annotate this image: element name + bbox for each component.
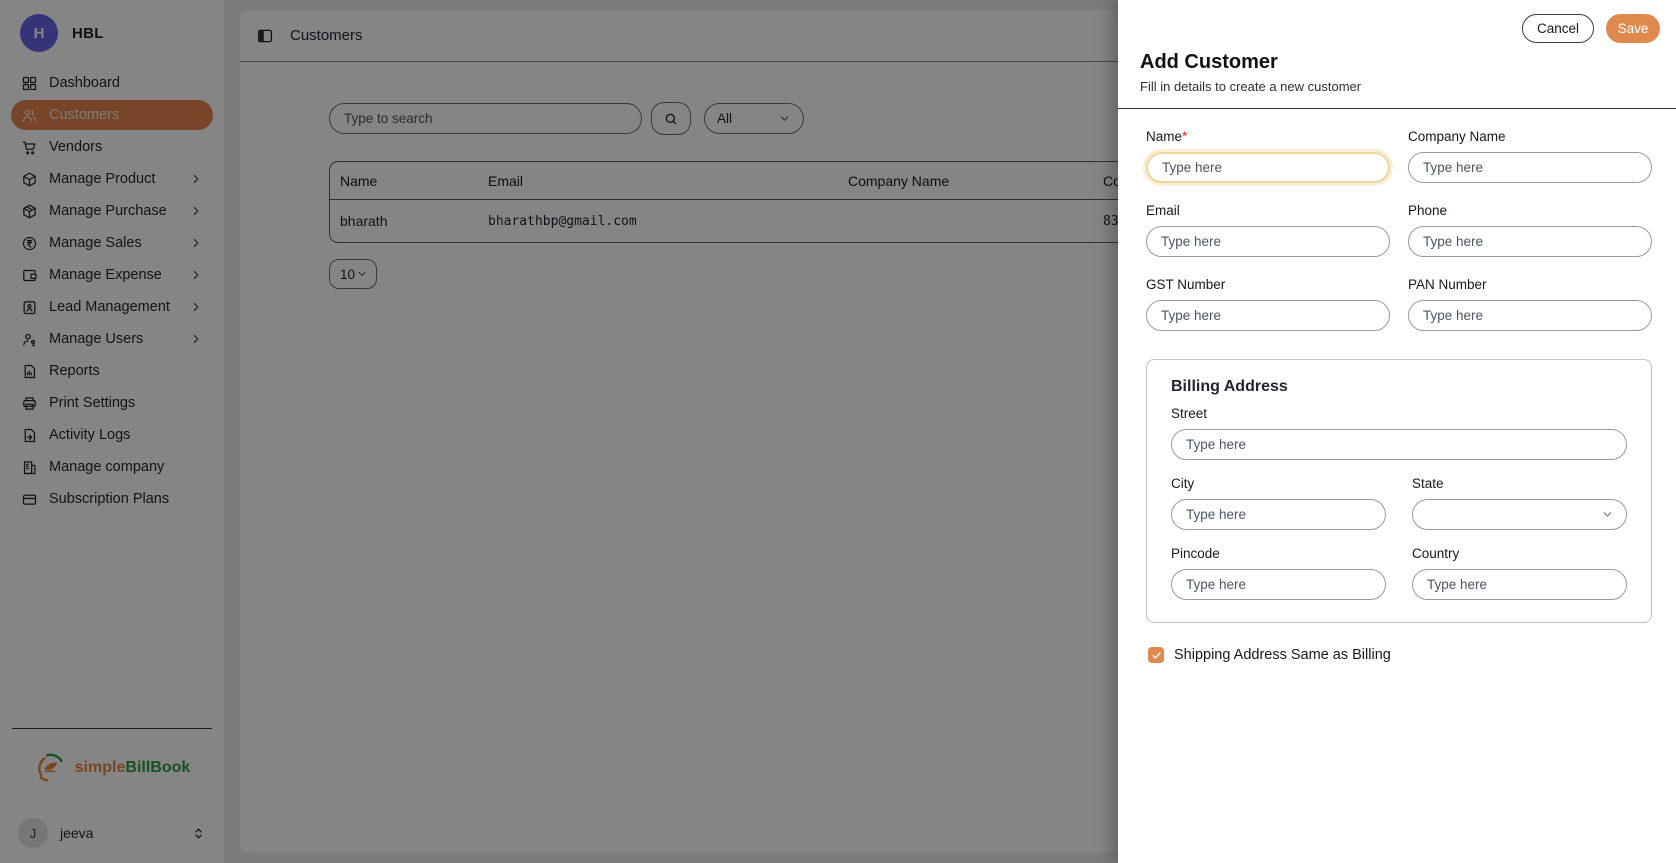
pan-number-field[interactable]	[1408, 300, 1652, 331]
email-field[interactable]	[1146, 226, 1390, 257]
field-pan-number: PAN Number	[1408, 277, 1652, 331]
drawer-body: Name* Company Name Email Phone GST Numbe…	[1118, 109, 1676, 663]
shipping-same-checkbox[interactable]	[1148, 647, 1164, 663]
city-field[interactable]	[1171, 499, 1386, 530]
shipping-same-row: Shipping Address Same as Billing	[1146, 647, 1652, 663]
field-state: State	[1412, 476, 1627, 530]
shipping-same-label: Shipping Address Same as Billing	[1174, 647, 1391, 663]
drawer-title: Add Customer	[1140, 51, 1654, 74]
customer-fields: Name* Company Name Email Phone GST Numbe…	[1146, 129, 1652, 331]
field-country: Country	[1412, 546, 1627, 600]
app-root: H HBL Dashboard Customers Vendors Manage…	[0, 0, 1676, 863]
gst-number-field[interactable]	[1146, 300, 1390, 331]
chevron-down-icon	[1601, 508, 1614, 521]
billing-address-section: Billing Address Street City State	[1146, 359, 1652, 623]
phone-label: Phone	[1408, 203, 1652, 218]
pincode-field[interactable]	[1171, 569, 1386, 600]
modal-backdrop[interactable]	[0, 0, 1118, 863]
street-field[interactable]	[1171, 429, 1627, 460]
pincode-label: Pincode	[1171, 546, 1386, 561]
billing-address-title: Billing Address	[1163, 378, 1635, 396]
required-asterisk: *	[1182, 129, 1187, 144]
check-icon	[1151, 650, 1162, 661]
drawer-actions: Cancel Save	[1118, 0, 1676, 49]
field-city: City	[1171, 476, 1386, 530]
street-label: Street	[1171, 406, 1627, 421]
field-phone: Phone	[1408, 203, 1652, 257]
field-company-name: Company Name	[1408, 129, 1652, 183]
field-name: Name*	[1146, 129, 1390, 183]
name-label: Name*	[1146, 129, 1390, 144]
cancel-button[interactable]: Cancel	[1522, 14, 1594, 43]
field-email: Email	[1146, 203, 1390, 257]
drawer-subtitle: Fill in details to create a new customer	[1140, 79, 1654, 94]
field-pincode: Pincode	[1171, 546, 1386, 600]
country-label: Country	[1412, 546, 1627, 561]
state-label: State	[1412, 476, 1627, 491]
gst-number-label: GST Number	[1146, 277, 1390, 292]
name-field[interactable]	[1146, 152, 1390, 183]
email-label: Email	[1146, 203, 1390, 218]
save-button[interactable]: Save	[1606, 14, 1660, 43]
phone-field[interactable]	[1408, 226, 1652, 257]
pan-number-label: PAN Number	[1408, 277, 1652, 292]
drawer-header: Add Customer Fill in details to create a…	[1118, 49, 1676, 109]
field-street: Street	[1171, 406, 1627, 460]
city-label: City	[1171, 476, 1386, 491]
state-select[interactable]	[1412, 499, 1627, 530]
add-customer-drawer: Cancel Save Add Customer Fill in details…	[1118, 0, 1676, 863]
field-gst-number: GST Number	[1146, 277, 1390, 331]
company-name-field[interactable]	[1408, 152, 1652, 183]
company-name-label: Company Name	[1408, 129, 1652, 144]
country-field[interactable]	[1412, 569, 1627, 600]
